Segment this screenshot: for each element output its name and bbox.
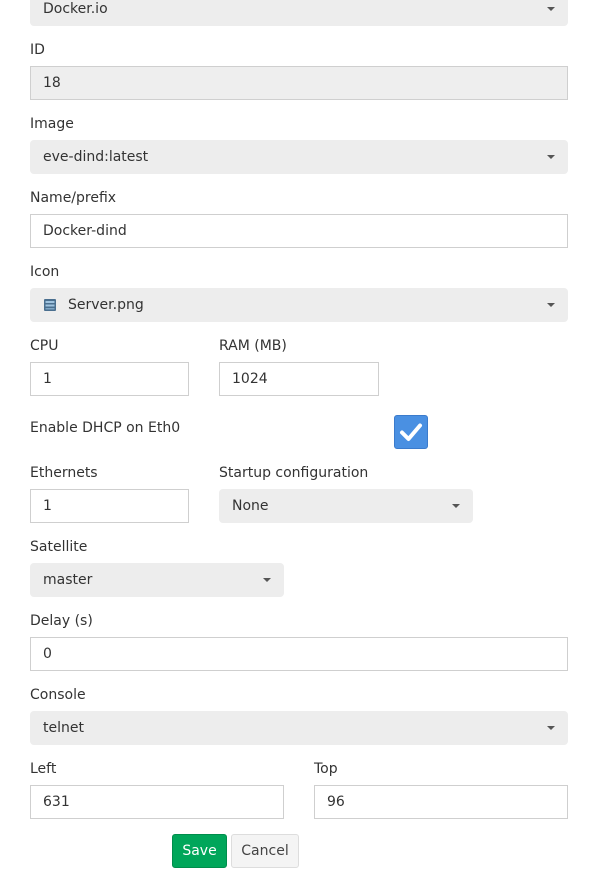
save-button[interactable]: Save (172, 834, 227, 868)
top-label: Top (314, 761, 338, 777)
console-label: Console (30, 687, 86, 703)
chevron-down-icon (263, 578, 271, 582)
delay-label: Delay (s) (30, 613, 93, 629)
satellite-label: Satellite (30, 539, 88, 555)
left-field[interactable]: 631 (30, 785, 284, 819)
ram-field[interactable]: 1024 (219, 362, 379, 396)
chevron-down-icon (547, 155, 555, 159)
ethernets-value: 1 (43, 498, 52, 514)
ram-label: RAM (MB) (219, 338, 287, 354)
ethernets-label: Ethernets (30, 465, 98, 481)
icon-label: Icon (30, 264, 60, 280)
chevron-down-icon (452, 504, 460, 508)
icon-select-value: Server.png (68, 297, 144, 313)
delay-value: 0 (43, 646, 52, 662)
image-select-value: eve-dind:latest (43, 149, 149, 165)
ram-value: 1024 (232, 371, 268, 387)
left-value: 631 (43, 794, 70, 810)
id-label: ID (30, 42, 45, 58)
ethernets-field[interactable]: 1 (30, 489, 189, 523)
image-label: Image (30, 116, 74, 132)
startup-select-value: None (232, 498, 269, 514)
icon-select[interactable]: Server.png (30, 288, 568, 322)
cpu-value: 1 (43, 371, 52, 387)
startup-select[interactable]: None (219, 489, 473, 523)
checkmark-icon (400, 423, 422, 441)
name-value: Docker-dind (43, 223, 127, 239)
cpu-label: CPU (30, 338, 59, 354)
name-label: Name/prefix (30, 190, 117, 206)
left-label: Left (30, 761, 57, 777)
image-select[interactable]: eve-dind:latest (30, 140, 568, 174)
id-value: 18 (43, 75, 61, 91)
server-icon (44, 299, 56, 311)
startup-label: Startup configuration (219, 465, 369, 481)
delay-field[interactable]: 0 (30, 637, 568, 671)
cancel-button[interactable]: Cancel (231, 834, 299, 868)
name-field[interactable]: Docker-dind (30, 214, 568, 248)
chevron-down-icon (547, 7, 555, 11)
cpu-field[interactable]: 1 (30, 362, 189, 396)
template-select[interactable]: Docker.io (30, 0, 568, 26)
dhcp-checkbox[interactable] (394, 415, 428, 449)
top-value: 96 (327, 794, 345, 810)
dhcp-label: Enable DHCP on Eth0 (30, 420, 181, 436)
console-select-value: telnet (43, 720, 84, 736)
satellite-select[interactable]: master (30, 563, 284, 597)
template-select-value: Docker.io (43, 1, 108, 17)
chevron-down-icon (547, 303, 555, 307)
console-select[interactable]: telnet (30, 711, 568, 745)
chevron-down-icon (547, 726, 555, 730)
satellite-select-value: master (43, 572, 93, 588)
id-field: 18 (30, 66, 568, 100)
top-field[interactable]: 96 (314, 785, 568, 819)
